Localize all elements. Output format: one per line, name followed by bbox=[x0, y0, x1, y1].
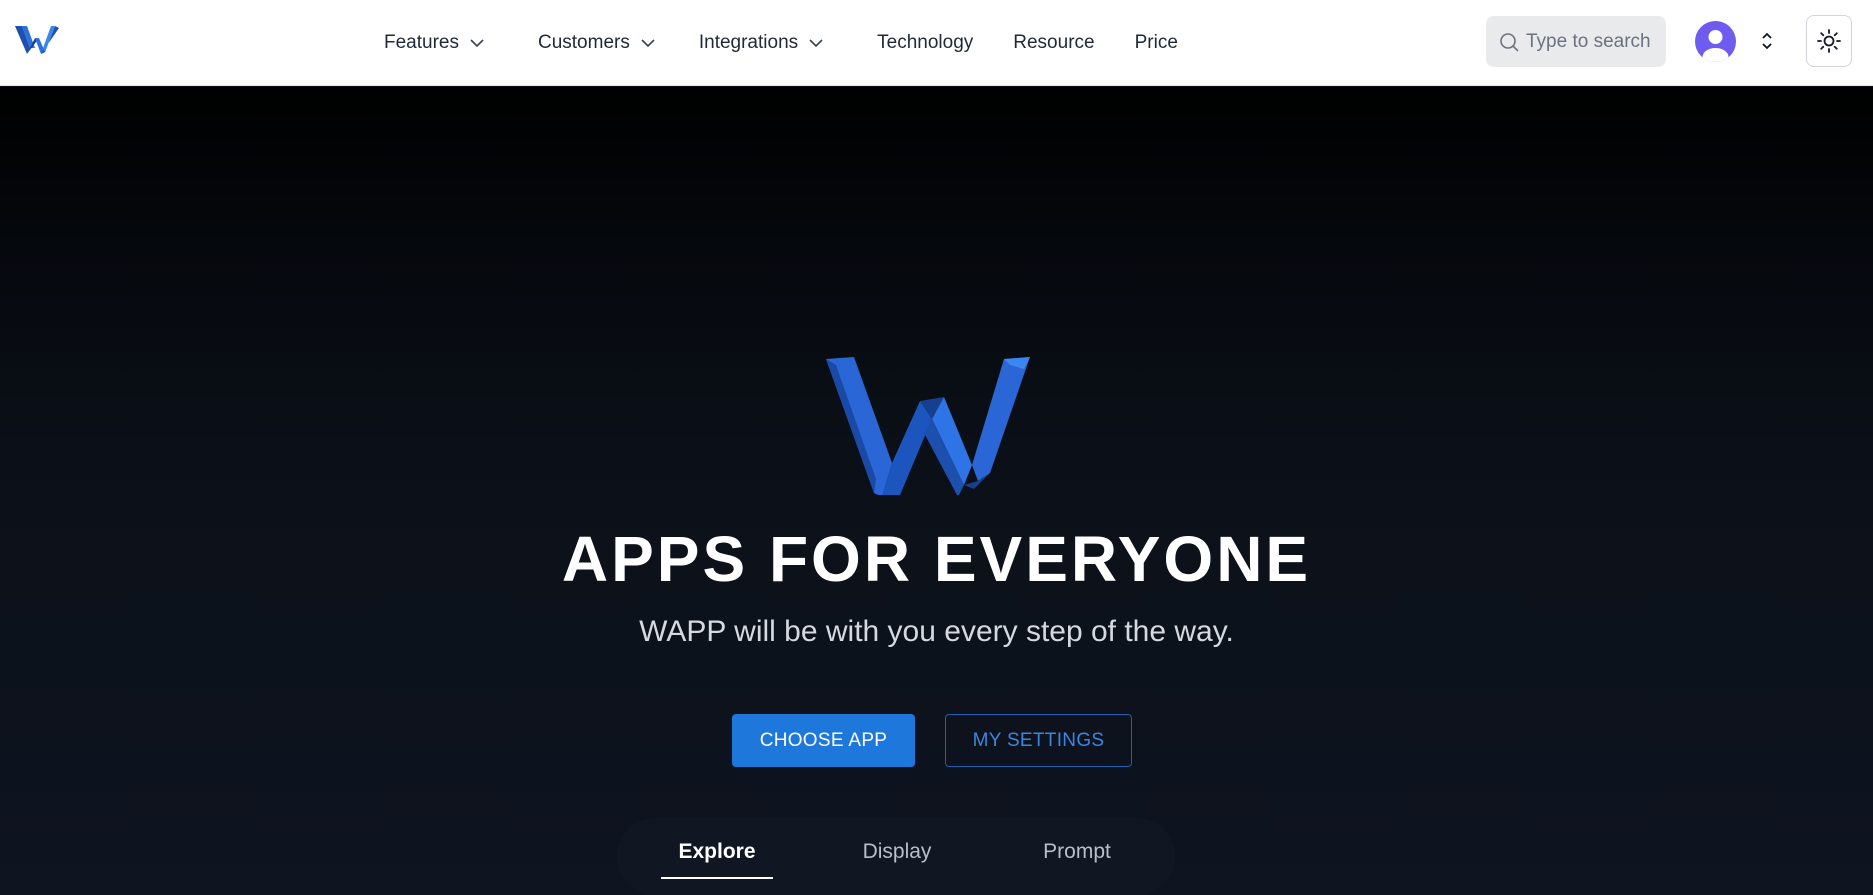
theme-toggle-button[interactable] bbox=[1806, 15, 1852, 67]
top-navbar: Features Customers Integrations Technolo… bbox=[0, 0, 1873, 86]
chevron-down-icon bbox=[641, 39, 655, 48]
nav-resource-label: Resource bbox=[1013, 32, 1095, 53]
nav-technology[interactable]: Technology bbox=[877, 0, 973, 86]
nav-technology-label: Technology bbox=[877, 32, 974, 53]
nav-customers-label: Customers bbox=[537, 32, 630, 53]
chevron-down-icon bbox=[470, 39, 484, 48]
search-box[interactable] bbox=[1486, 16, 1666, 67]
logo-icon[interactable] bbox=[13, 22, 59, 58]
my-settings-button[interactable]: MY SETTINGS bbox=[945, 714, 1132, 767]
nav-features-label: Features bbox=[384, 32, 459, 53]
sun-icon bbox=[1817, 29, 1841, 53]
hero-logo-icon bbox=[826, 357, 1030, 495]
tab-display[interactable]: Display bbox=[842, 840, 952, 864]
chevron-down-icon bbox=[809, 39, 823, 48]
hero-title: APPS FOR EVERYONE bbox=[561, 523, 1312, 595]
nav-price-label: Price bbox=[1134, 32, 1178, 53]
hero-section: APPS FOR EVERYONE WAPP will be with you … bbox=[0, 87, 1873, 895]
hero-tabs: Explore Display Prompt bbox=[617, 818, 1175, 895]
nav-integrations-label: Integrations bbox=[698, 32, 799, 53]
search-icon bbox=[1500, 32, 1519, 52]
nav-price[interactable]: Price bbox=[1135, 0, 1178, 86]
nav-customers[interactable]: Customers bbox=[538, 0, 657, 86]
hero-subtitle: WAPP will be with you every step of the … bbox=[639, 615, 1234, 648]
nav-features[interactable]: Features bbox=[384, 0, 486, 86]
tab-explore[interactable]: Explore bbox=[661, 840, 773, 864]
user-icon bbox=[1702, 30, 1729, 62]
search-input[interactable] bbox=[1526, 30, 1666, 53]
chevron-updown-icon[interactable] bbox=[1756, 29, 1778, 53]
active-tab-indicator bbox=[661, 877, 773, 879]
choose-app-button[interactable]: CHOOSE APP bbox=[732, 714, 915, 767]
nav-resource[interactable]: Resource bbox=[1013, 0, 1094, 86]
nav-integrations[interactable]: Integrations bbox=[699, 0, 825, 86]
main-nav: Features Customers Integrations Technolo… bbox=[384, 0, 1178, 86]
tab-prompt[interactable]: Prompt bbox=[1022, 840, 1132, 864]
avatar[interactable] bbox=[1695, 21, 1736, 62]
